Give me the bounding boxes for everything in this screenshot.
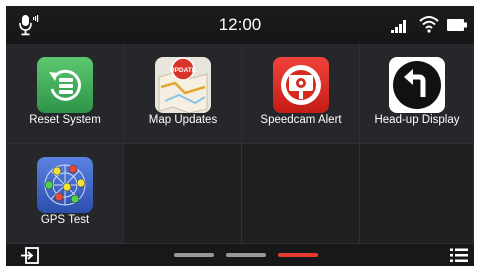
map-update-icon: UPDATE	[155, 57, 211, 113]
exit-icon[interactable]	[20, 247, 40, 264]
app-label: GPS Test	[40, 214, 90, 226]
app-tile-speedcam-alert[interactable]: Speedcam Alert	[242, 44, 360, 144]
app-label: Reset System	[29, 114, 101, 126]
page-dot-active[interactable]	[278, 253, 318, 257]
page-dot[interactable]	[174, 253, 214, 257]
app-tile-map-updates[interactable]: UPDATE Map Updates	[124, 44, 242, 144]
status-bar: 12:00	[6, 6, 474, 44]
signal-icon	[391, 20, 406, 33]
empty-tile	[124, 144, 242, 244]
app-tile-head-up-display[interactable]: Head-up Display	[360, 44, 474, 144]
update-badge-text: UPDATE	[170, 67, 197, 74]
reset-system-icon	[37, 57, 93, 113]
page-indicator	[174, 253, 324, 258]
app-tile-gps-test[interactable]: GPS Test	[6, 144, 124, 244]
battery-icon	[447, 19, 467, 31]
bottom-bar	[6, 244, 474, 266]
empty-tile	[242, 144, 360, 244]
app-label: Speedcam Alert	[260, 114, 342, 126]
launcher-screen: 12:00 Reset System UPDATE Map Updates Sp…	[6, 6, 474, 266]
turn-left-arrow-icon	[389, 57, 445, 113]
app-label: Head-up Display	[374, 114, 460, 126]
speedcam-icon	[273, 57, 329, 113]
app-grid: Reset System UPDATE Map Updates Speedcam…	[6, 44, 474, 244]
app-tile-reset-system[interactable]: Reset System	[6, 44, 124, 144]
page-dot[interactable]	[226, 253, 266, 257]
app-label: Map Updates	[148, 114, 218, 126]
empty-tile	[360, 144, 474, 244]
menu-list-icon[interactable]	[450, 248, 468, 263]
wifi-icon	[419, 16, 439, 33]
gps-test-icon	[37, 157, 93, 213]
